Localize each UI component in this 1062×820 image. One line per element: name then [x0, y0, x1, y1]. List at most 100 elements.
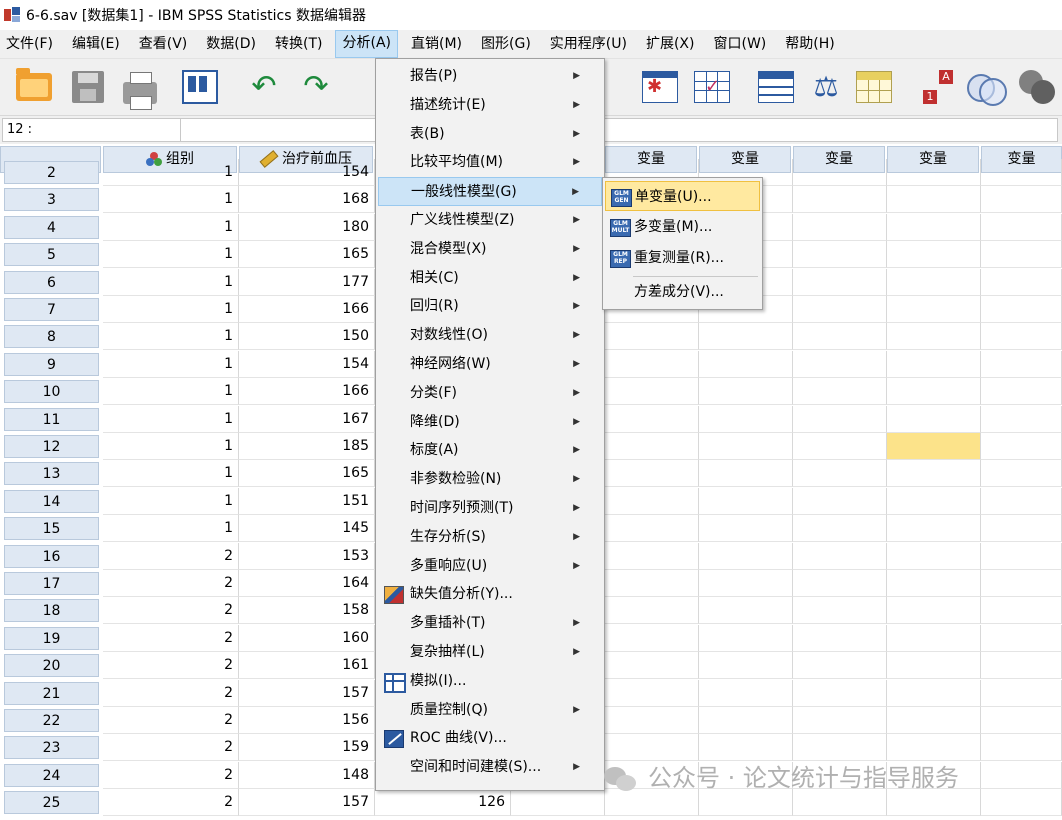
grid-cell[interactable]: [981, 597, 1062, 625]
analyze-menu-item[interactable]: 多重响应(U) ▶: [378, 552, 602, 581]
row-header[interactable]: 2: [4, 161, 99, 184]
grid-cell[interactable]: 177: [239, 268, 375, 296]
row-header[interactable]: 22: [4, 709, 99, 732]
grid-cell[interactable]: [699, 323, 793, 351]
grid-cell[interactable]: [793, 542, 887, 570]
menu-graphs[interactable]: 图形(G): [475, 31, 537, 57]
grid-cell[interactable]: [605, 350, 699, 378]
grid-cell[interactable]: 2: [103, 679, 239, 707]
grid-cell[interactable]: [793, 570, 887, 597]
grid-cell[interactable]: [887, 542, 981, 570]
row-header[interactable]: 20: [4, 654, 99, 678]
grid-cell[interactable]: 2: [103, 707, 239, 734]
analyze-menu-item[interactable]: 一般线性模型(G) ▶: [378, 177, 602, 206]
save-button[interactable]: [68, 67, 108, 107]
analyze-menu-item[interactable]: 对数线性(O) ▶: [378, 321, 602, 350]
row-header[interactable]: 19: [4, 626, 99, 650]
grid-cell[interactable]: 2: [103, 652, 239, 680]
value-labels-button[interactable]: [692, 67, 732, 107]
open-button[interactable]: [14, 67, 54, 107]
grid-cell[interactable]: [887, 350, 981, 378]
grid-cell[interactable]: [887, 570, 981, 597]
row-header[interactable]: 9: [4, 352, 99, 376]
grid-cell[interactable]: [699, 734, 793, 762]
analyze-menu-item[interactable]: 降维(D) ▶: [378, 408, 602, 437]
grid-cell[interactable]: [887, 515, 981, 543]
grid-cell[interactable]: [981, 213, 1062, 241]
cell-reference-field[interactable]: 12 :: [2, 118, 182, 142]
grid-cell[interactable]: [887, 707, 981, 734]
grid-cell[interactable]: 160: [239, 624, 375, 652]
grid-cell[interactable]: [605, 323, 699, 351]
row-header[interactable]: 18: [4, 599, 99, 623]
grid-cell[interactable]: [981, 789, 1062, 817]
menu-analyze[interactable]: 分析(A): [335, 30, 398, 58]
row-header[interactable]: 14: [4, 489, 99, 513]
grid-cell[interactable]: [981, 761, 1062, 789]
grid-cell[interactable]: [605, 679, 699, 707]
row-header[interactable]: 11: [4, 407, 99, 431]
grid-cell[interactable]: [605, 624, 699, 652]
show-all-button[interactable]: [1018, 67, 1058, 107]
grid-cell[interactable]: [699, 652, 793, 680]
menu-file[interactable]: 文件(F): [0, 31, 59, 57]
row-header[interactable]: 24: [4, 763, 99, 787]
grid-cell[interactable]: 2: [103, 597, 239, 625]
grid-cell[interactable]: [981, 159, 1062, 186]
menu-view[interactable]: 查看(V): [133, 31, 194, 57]
grid-cell[interactable]: [605, 570, 699, 597]
menu-item-univariate[interactable]: GLM GEN 单变量(U)...: [605, 181, 760, 211]
grid-cell[interactable]: [605, 542, 699, 570]
grid-cell[interactable]: [793, 296, 887, 323]
grid-cell[interactable]: 161: [239, 652, 375, 680]
analyze-menu-item[interactable]: 缺失值分析(Y)...: [378, 580, 602, 609]
grid-cell[interactable]: [981, 241, 1062, 269]
menu-help[interactable]: 帮助(H): [779, 31, 840, 57]
grid-cell[interactable]: [605, 433, 699, 460]
grid-cell[interactable]: 1: [103, 350, 239, 378]
menu-direct-marketing[interactable]: 直销(M): [405, 31, 468, 57]
grid-cell[interactable]: [887, 241, 981, 269]
grid-cell[interactable]: 156: [239, 707, 375, 734]
grid-cell[interactable]: [981, 268, 1062, 296]
grid-cell[interactable]: 154: [239, 159, 375, 186]
row-header[interactable]: 13: [4, 462, 99, 486]
grid-cell[interactable]: 2: [103, 734, 239, 762]
row-header[interactable]: 21: [4, 681, 99, 705]
grid-cell[interactable]: 1: [103, 433, 239, 460]
grid-cell[interactable]: [699, 542, 793, 570]
menu-item-repeated-measures[interactable]: GLM REP 重复测量(R)...: [605, 243, 760, 273]
grid-cell[interactable]: [981, 515, 1062, 543]
grid-cell[interactable]: [699, 433, 793, 460]
analyze-menu-item[interactable]: 比较平均值(M) ▶: [378, 148, 602, 177]
grid-cell[interactable]: 1: [103, 241, 239, 269]
recall-dialog-button[interactable]: [180, 67, 220, 107]
grid-cell[interactable]: [887, 213, 981, 241]
grid-cell[interactable]: 2: [103, 570, 239, 597]
grid-cell[interactable]: [793, 707, 887, 734]
menu-edit[interactable]: 编辑(E): [66, 31, 126, 57]
grid-cell[interactable]: [605, 487, 699, 515]
grid-cell[interactable]: [981, 296, 1062, 323]
grid-cell[interactable]: [887, 433, 981, 460]
grid-cell[interactable]: [981, 323, 1062, 351]
grid-cell[interactable]: 150: [239, 323, 375, 351]
grid-cell[interactable]: [699, 597, 793, 625]
menu-extensions[interactable]: 扩展(X): [640, 31, 701, 57]
grid-cell[interactable]: 1: [103, 487, 239, 515]
grid-cell[interactable]: [887, 323, 981, 351]
grid-cell[interactable]: 167: [239, 405, 375, 433]
grid-cell[interactable]: [887, 597, 981, 625]
grid-cell[interactable]: 164: [239, 570, 375, 597]
grid-cell[interactable]: 2: [103, 761, 239, 789]
menu-window[interactable]: 窗口(W): [707, 31, 772, 57]
grid-cell[interactable]: [981, 734, 1062, 762]
grid-cell[interactable]: [793, 734, 887, 762]
row-header[interactable]: 23: [4, 736, 99, 760]
grid-cell[interactable]: [699, 707, 793, 734]
analyze-menu-item[interactable]: 生存分析(S) ▶: [378, 523, 602, 552]
grid-cell[interactable]: [793, 679, 887, 707]
menu-data[interactable]: 数据(D): [200, 31, 262, 57]
cell-value-field[interactable]: [180, 118, 1058, 142]
row-header[interactable]: 7: [4, 298, 99, 321]
